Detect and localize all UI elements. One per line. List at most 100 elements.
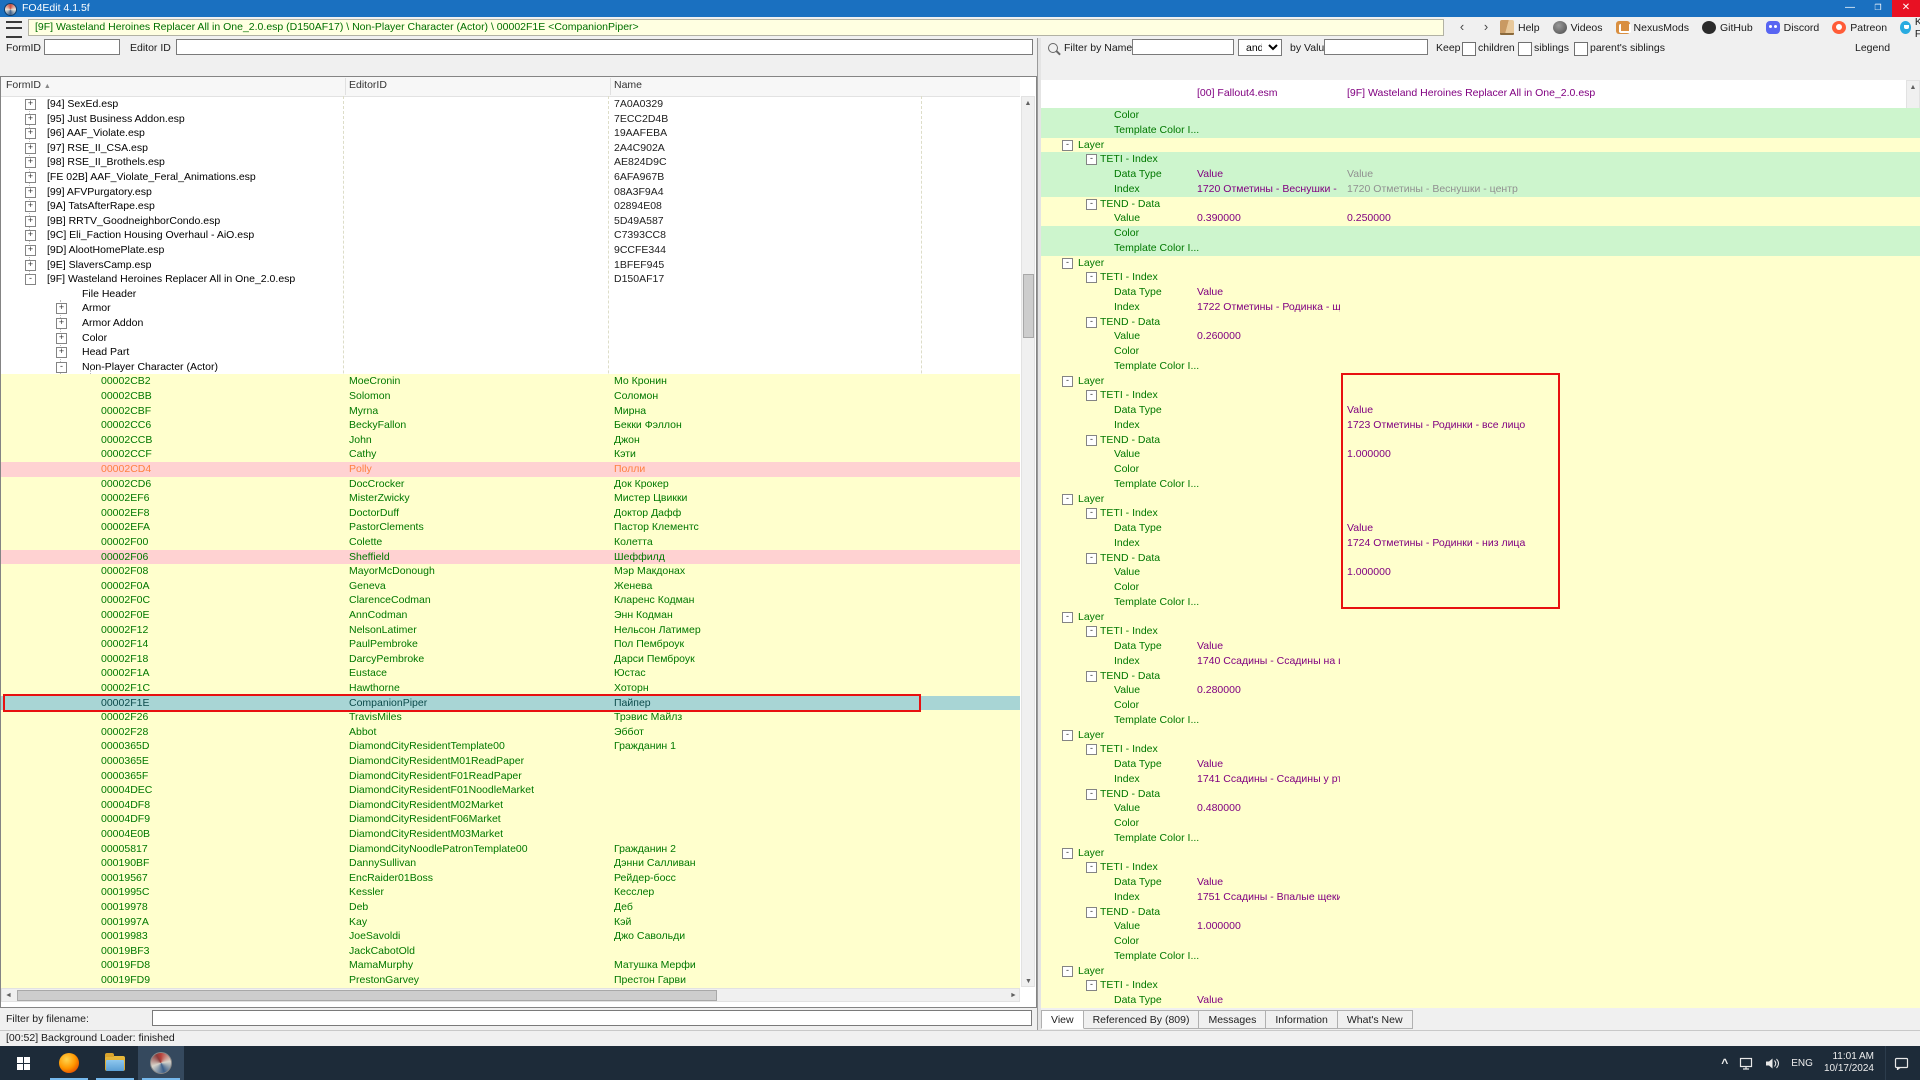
expander-icon[interactable]: - [1062, 494, 1073, 505]
actor-row[interactable]: 00004DF9DiamondCityResidentF06Market [1, 812, 1020, 827]
plugin-row[interactable]: +[9E] SlaversCamp.esp1BFEF945 [1, 258, 1020, 273]
actor-row[interactable]: 0000365EDiamondCityResidentM01ReadPaper [1, 754, 1020, 769]
actor-row[interactable]: 00002F1AEustaceЮстас [1, 666, 1020, 681]
actor-row[interactable]: 00002F12NelsonLatimerНельсон Латимер [1, 623, 1020, 638]
expander-icon[interactable]: - [1086, 744, 1097, 755]
view-row[interactable]: Template Color I... [1041, 241, 1920, 256]
actor-row[interactable]: 00002F0CClarenceCodmanКларенс Кодман [1, 593, 1020, 608]
tab-information[interactable]: Information [1266, 1010, 1338, 1029]
plugin-row[interactable]: +[96] AAF_Violate.esp19AAFEBA [1, 126, 1020, 141]
expander-icon[interactable]: + [25, 99, 36, 110]
filter-value-input[interactable] [1324, 39, 1428, 55]
actor-row[interactable]: 00002F14PaulPembrokeПол Пемброук [1, 637, 1020, 652]
expander-icon[interactable]: + [25, 260, 36, 271]
view-row[interactable]: -TETI - Index [1041, 860, 1920, 875]
view-row[interactable]: Index1722 Отметины - Родинка - щека [1041, 300, 1920, 315]
view-row[interactable]: -TETI - Index [1041, 152, 1920, 167]
group-row[interactable]: +Armor [1, 301, 1020, 316]
expander-icon[interactable]: - [1062, 140, 1073, 151]
actor-row[interactable]: 00019FD9PrestonGarveyПрестон Гарви [1, 973, 1020, 988]
actor-row[interactable]: 00002F26TravisMilesТрэвис Майлз [1, 710, 1020, 725]
view-row[interactable]: -TEND - Data [1041, 315, 1920, 330]
expander-icon[interactable]: - [1086, 199, 1097, 210]
toolbar-link-nexusmods[interactable]: NexusMods [1616, 21, 1689, 34]
actor-row[interactable]: 00002CCBJohnДжон [1, 433, 1020, 448]
network-icon[interactable] [1739, 1057, 1754, 1070]
expander-icon[interactable]: + [25, 157, 36, 168]
left-vertical-scrollbar[interactable]: ▲ ▼ [1021, 96, 1035, 987]
view-row[interactable]: Value1.000000 [1041, 919, 1920, 934]
expander-icon[interactable]: + [56, 318, 67, 329]
view-row[interactable]: -TEND - Data [1041, 669, 1920, 684]
actor-row[interactable]: 00002F08MayorMcDonoughМэр Макдонах [1, 564, 1020, 579]
expander-icon[interactable]: - [1062, 258, 1073, 269]
expander-icon[interactable]: - [1086, 907, 1097, 918]
actor-row[interactable]: 00002F28AbbotЭббот [1, 725, 1020, 740]
view-row[interactable]: Data TypeValue [1041, 757, 1920, 772]
view-row[interactable]: Data TypeValue [1041, 875, 1920, 890]
column-header-editorid[interactable]: EditorID [349, 79, 387, 91]
view-row[interactable]: Index1740 Ссадины - Ссадины на ще... [1041, 654, 1920, 669]
scroll-down-icon[interactable]: ▼ [1022, 975, 1035, 988]
actor-row[interactable]: 00002CB2MoeCroninМо Кронин [1, 374, 1020, 389]
view-row[interactable]: Template Color I... [1041, 831, 1920, 846]
expander-icon[interactable]: - [1062, 848, 1073, 859]
plugin-row[interactable]: +[97] RSE_II_CSA.esp2A4C902A [1, 141, 1020, 156]
expander-icon[interactable]: + [25, 216, 36, 227]
editorid-input[interactable] [176, 39, 1033, 55]
actor-row[interactable]: 00002EF8DoctorDuffДоктор Дафф [1, 506, 1020, 521]
view-row[interactable]: -TETI - Index [1041, 742, 1920, 757]
actor-row[interactable]: 0000365DDiamondCityResidentTemplate00Гра… [1, 739, 1020, 754]
view-row[interactable]: Value0.480000 [1041, 801, 1920, 816]
expander-icon[interactable]: + [25, 230, 36, 241]
language-indicator[interactable]: ENG [1791, 1058, 1813, 1069]
plugin-row[interactable]: +[99] AFVPurgatory.esp08A3F9A4 [1, 185, 1020, 200]
tray-chevron-icon[interactable]: ^ [1721, 1056, 1728, 1070]
group-row[interactable]: +Color [1, 331, 1020, 346]
scrollbar-thumb[interactable] [17, 990, 717, 1001]
nav-forward-button[interactable]: › [1476, 19, 1496, 36]
view-row[interactable]: Index1720 Отметины - Веснушки - ц...1720… [1041, 182, 1920, 197]
nav-back-button[interactable]: ‹ [1452, 19, 1472, 36]
view-row[interactable]: -Layer [1041, 728, 1920, 743]
column-header-formid[interactable]: FormID ▲ [6, 79, 51, 91]
taskbar-item-firefox[interactable] [46, 1046, 92, 1080]
plugin-row[interactable]: +[9C] Eli_Faction Housing Overhaul - AiO… [1, 228, 1020, 243]
expander-icon[interactable]: + [56, 347, 67, 358]
taskbar-item-explorer[interactable] [92, 1046, 138, 1080]
view-row[interactable]: -TETI - Index [1041, 978, 1920, 993]
actor-row[interactable]: 00002EF6MisterZwickyМистер Цвикки [1, 491, 1020, 506]
view-row[interactable]: Template Color I... [1041, 713, 1920, 728]
taskbar-item-fo4edit[interactable] [138, 1046, 184, 1080]
formid-input[interactable] [44, 39, 120, 55]
actor-row[interactable]: 00002F0AGenevaЖенева [1, 579, 1020, 594]
actor-row[interactable]: 00019BF3JackCabotOld [1, 944, 1020, 959]
actor-row[interactable]: 00004DECDiamondCityResidentF01NoodleMark… [1, 783, 1020, 798]
plugin-row[interactable]: +[98] RSE_II_Brothels.espAE824D9C [1, 155, 1020, 170]
actor-row[interactable]: 0001997AKayКэй [1, 915, 1020, 930]
view-row[interactable]: Value0.260000 [1041, 329, 1920, 344]
actor-row[interactable]: 00002EFAPastorClementsПастор Клементс [1, 520, 1020, 535]
toolbar-link-videos[interactable]: Videos [1553, 21, 1603, 34]
tab-referenced-by-[interactable]: Referenced By (809) [1084, 1010, 1200, 1029]
tab-what-s-new[interactable]: What's New [1338, 1010, 1413, 1029]
view-row[interactable]: Template Color I... [1041, 949, 1920, 964]
legend-button[interactable]: Legend [1855, 42, 1890, 54]
view-row[interactable]: Color [1041, 934, 1920, 949]
view-row[interactable]: Data TypeValue [1041, 285, 1920, 300]
actor-row[interactable]: 00002F18DarcyPembrokeДарси Пемброук [1, 652, 1020, 667]
keep-children-checkbox[interactable] [1462, 42, 1476, 56]
actor-row[interactable]: 0001995CKesslerКесслер [1, 885, 1020, 900]
scrollbar-thumb[interactable] [1023, 274, 1034, 338]
plugin-row[interactable]: +[9D] AlootHomePlate.esp9CCFE344 [1, 243, 1020, 258]
actor-row[interactable]: 00002CD4PollyПолли [1, 462, 1020, 477]
actor-row[interactable]: 0000365FDiamondCityResidentF01ReadPaper [1, 769, 1020, 784]
scroll-up-icon[interactable]: ▲ [1022, 97, 1034, 110]
actor-row[interactable]: 00004E0BDiamondCityResidentM03Market [1, 827, 1020, 842]
minimize-button[interactable]: — [1836, 0, 1864, 17]
view-row[interactable]: Color [1041, 226, 1920, 241]
actor-row[interactable]: 000190BFDannySullivanДэнни Салливан [1, 856, 1020, 871]
view-row[interactable]: -TETI - Index [1041, 270, 1920, 285]
close-button[interactable]: ✕ [1892, 0, 1920, 17]
view-row[interactable]: Template Color I... [1041, 123, 1920, 138]
